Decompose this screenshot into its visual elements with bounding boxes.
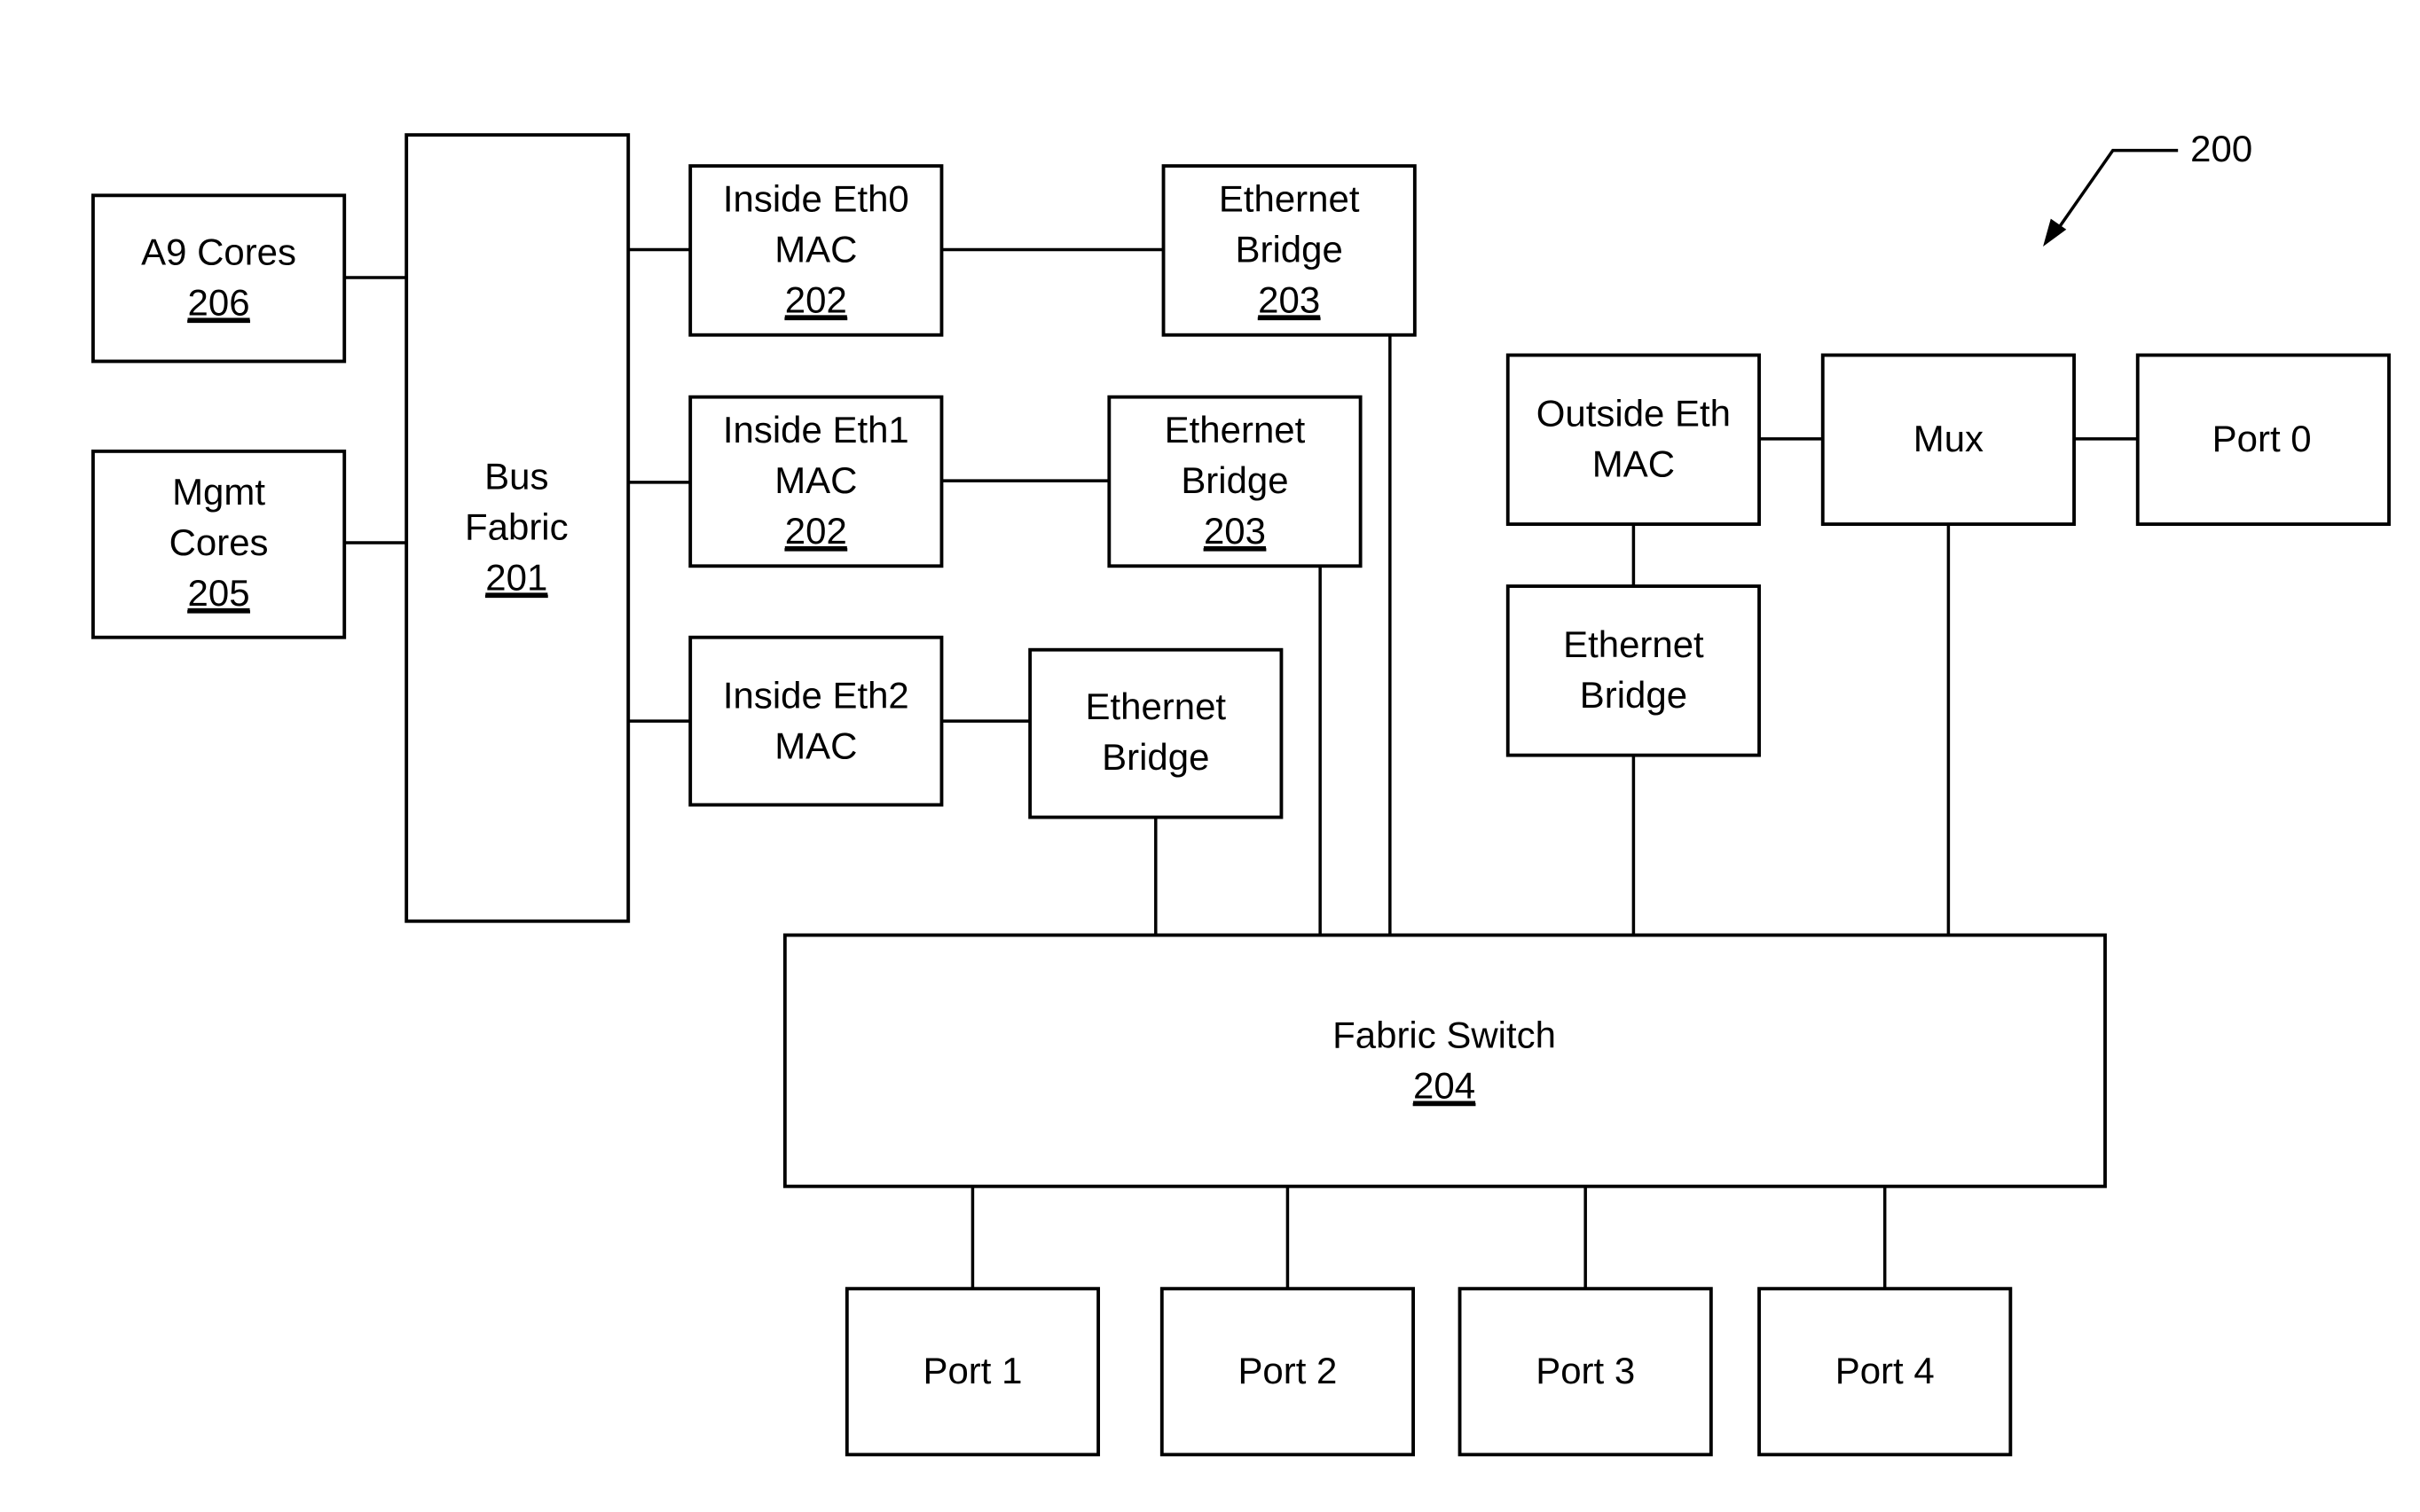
reference-numeral: 205: [188, 572, 250, 614]
block-label: Port 0: [2212, 418, 2312, 459]
port-1-block[interactable]: Port 1: [845, 1287, 1101, 1457]
ethernet-bridge-2-block[interactable]: Ethernet Bridge: [1028, 647, 1284, 819]
reference-leader-line: [2054, 148, 2179, 234]
block-label: Inside Eth0: [723, 178, 909, 220]
ethernet-bridge-1-block[interactable]: Ethernet Bridge 203: [1107, 395, 1363, 568]
reference-numeral: 203: [1204, 510, 1266, 552]
block-label: Port 3: [1536, 1350, 1635, 1391]
figure-number: 200: [2190, 128, 2252, 169]
block-label: Ethernet: [1219, 178, 1360, 220]
block-label: Fabric: [465, 506, 569, 548]
port-4-block[interactable]: Port 4: [1757, 1287, 2013, 1457]
inside-eth1-mac-block[interactable]: Inside Eth1 MAC 202: [688, 395, 944, 568]
bus-fabric-block[interactable]: Bus Fabric 201: [405, 133, 631, 923]
reference-numeral: 206: [188, 281, 250, 323]
block-label: Ethernet: [1563, 623, 1704, 665]
outside-eth-mac-block[interactable]: Outside Eth MAC: [1505, 353, 1761, 526]
block-label: Mux: [1913, 418, 1984, 459]
figure-reference: 200: [2043, 128, 2252, 247]
mux-block[interactable]: Mux: [1820, 353, 2076, 526]
block-label: Mgmt: [172, 471, 265, 513]
block-label: Port 1: [923, 1350, 1022, 1391]
port-3-block[interactable]: Port 3: [1458, 1287, 1713, 1457]
block-label: Outside Eth: [1536, 392, 1731, 434]
block-label: MAC: [774, 725, 857, 767]
reference-numeral: 202: [785, 278, 847, 320]
port-2-block[interactable]: Port 2: [1159, 1287, 1416, 1457]
a9-cores-block[interactable]: A9 Cores 206: [90, 193, 347, 364]
block-label: MAC: [774, 459, 857, 501]
reference-numeral: 204: [1413, 1065, 1475, 1107]
block-label: Bridge: [1102, 736, 1209, 778]
outside-ethernet-bridge-block[interactable]: Ethernet Bridge: [1505, 584, 1761, 757]
fabric-switch-block[interactable]: Fabric Switch 204: [782, 933, 2107, 1188]
mgmt-cores-block[interactable]: Mgmt Cores 205: [90, 449, 347, 639]
block-label: Port 4: [1835, 1350, 1935, 1391]
reference-numeral: 203: [1258, 278, 1320, 320]
block-label: Bridge: [1236, 229, 1343, 270]
block-label: Ethernet: [1085, 685, 1226, 727]
block-label: Cores: [169, 521, 269, 563]
port-0-block[interactable]: Port 0: [2135, 353, 2391, 526]
block-label: Ethernet: [1165, 409, 1306, 450]
block-label: Bridge: [1181, 459, 1288, 501]
block-label: A9 Cores: [141, 231, 296, 273]
block-label: Bridge: [1580, 674, 1687, 716]
block-label: MAC: [774, 229, 857, 270]
inside-eth2-mac-block[interactable]: Inside Eth2 MAC: [688, 635, 944, 807]
inside-eth0-mac-block[interactable]: Inside Eth0 MAC 202: [688, 164, 944, 337]
ethernet-bridge-0-block[interactable]: Ethernet Bridge 203: [1161, 164, 1417, 337]
block-label: Inside Eth1: [723, 409, 909, 450]
block-label: Port 2: [1238, 1350, 1337, 1391]
system-block-diagram: 200 A9 Cores 206 Mgmt Cores 205 Bus Fabric 20…: [90, 128, 2391, 1457]
reference-numeral: 201: [485, 556, 547, 598]
block-label: Bus: [484, 456, 548, 497]
block-label: Inside Eth2: [723, 675, 909, 717]
block-label: MAC: [1592, 443, 1675, 484]
block-label: Fabric Switch: [1332, 1015, 1556, 1056]
reference-numeral: 202: [785, 510, 847, 552]
